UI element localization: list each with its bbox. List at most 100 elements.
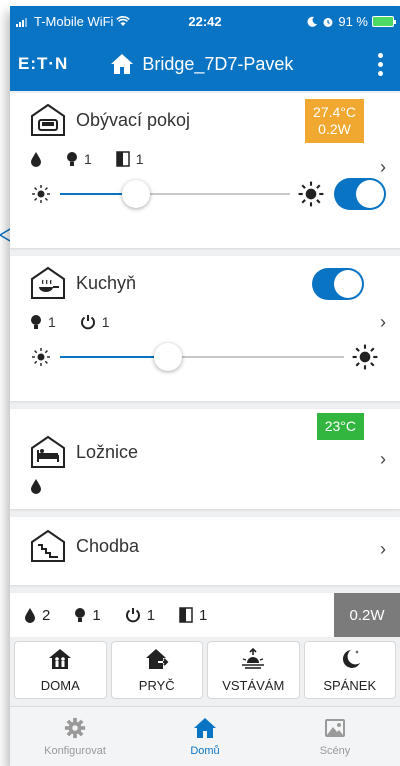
phone-screen: T-Mobile WiFi 22:42 91 % E:T·N Bridge_7D… [10, 6, 400, 766]
dimmer-slider[interactable] [60, 179, 290, 209]
power-icon [125, 608, 140, 623]
alarm-icon [323, 17, 333, 27]
room-card-loznice[interactable]: Ložnice 23°C › [10, 409, 400, 509]
door-icon [179, 607, 193, 623]
light-count: 1 [84, 151, 92, 167]
scene-spanek-button[interactable]: SPÁNEK [303, 641, 396, 699]
light-indicator: 1 [30, 314, 56, 330]
dimmer-slider[interactable] [60, 342, 344, 372]
tab-label: Scény [319, 744, 351, 757]
battery-icon [372, 16, 396, 27]
home-icon [194, 717, 216, 738]
brightness-low-icon [32, 348, 50, 366]
room-name: Chodba [76, 535, 140, 556]
room-card-obyvaci-pokoj[interactable]: Obývací pokoj 27.4°C 0.2W › 1 1 [10, 93, 400, 248]
scene-pryc-button[interactable]: PRYČ [110, 641, 203, 699]
power-icon [80, 315, 95, 330]
carrier-name: T-Mobile WiFi [34, 14, 114, 29]
light-indicator: 1 [66, 151, 92, 167]
power-indicator: 1 [80, 314, 110, 330]
kitchen-toggle[interactable] [312, 268, 364, 300]
status-bar: T-Mobile WiFi 22:42 91 % [10, 6, 400, 37]
slider-thumb[interactable] [154, 343, 182, 371]
dimmer-row [30, 178, 386, 210]
light-toggle[interactable] [334, 178, 386, 210]
summary-bar: 2 1 1 1 0.2W [10, 593, 400, 637]
hub-name: Bridge_7D7-Pavek [142, 53, 294, 74]
water-indicator [30, 151, 42, 167]
tab-label: Domů [190, 744, 220, 757]
app-header: E:T·N Bridge_7D7-Pavek [10, 37, 400, 91]
door-summary: 1 [179, 607, 207, 624]
water-count: 2 [42, 606, 51, 624]
brightness-low-icon [32, 185, 50, 203]
tab-konfigurovat[interactable]: Konfigurovat [10, 707, 140, 766]
eaton-logo: E:T·N [18, 54, 69, 73]
power-count: 1 [101, 314, 110, 330]
water-drop-icon [31, 479, 41, 494]
temperature-value: 23°C [324, 418, 356, 434]
kitchen-icon [31, 266, 65, 299]
scene-label: SPÁNEK [323, 677, 377, 693]
bottom-tab-bar: Konfigurovat Domů Scény [10, 706, 400, 766]
more-menu-icon[interactable] [368, 49, 392, 79]
door-count: 1 [199, 606, 208, 624]
room-card-chodba[interactable]: Chodba › [10, 517, 400, 585]
tab-domu[interactable]: Domů [140, 707, 270, 766]
living-room-icon [31, 103, 65, 136]
slider-thumb[interactable] [122, 180, 150, 208]
light-count: 1 [92, 606, 101, 624]
chevron-right-icon[interactable]: › [380, 449, 386, 470]
water-indicator [30, 479, 42, 494]
chevron-right-icon[interactable]: › [380, 312, 386, 333]
scene-vstavam-button[interactable]: VSTÁVÁM [207, 641, 300, 699]
light-summary: 1 [74, 606, 101, 624]
moon-icon [342, 649, 360, 668]
power-value: 0.2W [318, 120, 351, 137]
bulb-icon [67, 152, 77, 166]
bulb-icon [31, 315, 41, 329]
gear-icon [64, 717, 86, 738]
signal-icon [16, 17, 27, 27]
room-name: Ložnice [76, 441, 139, 462]
brightness-high-icon [352, 344, 378, 370]
battery-percent: 91 % [338, 14, 368, 29]
scene-label: PRYČ [138, 677, 175, 693]
home-icon [111, 54, 134, 74]
home-people-icon [49, 648, 72, 669]
light-count: 1 [48, 314, 56, 330]
chevron-right-icon[interactable]: › [380, 157, 386, 178]
temperature-badge: 23°C [316, 413, 364, 440]
bulb-icon [75, 608, 86, 622]
brightness-high-icon [298, 181, 324, 207]
power-count: 1 [146, 606, 156, 624]
image-icon [325, 718, 345, 737]
tab-sceny[interactable]: Scény [270, 707, 400, 766]
scene-label: DOMA [40, 677, 80, 693]
bedroom-icon [31, 435, 65, 468]
scene-label: VSTÁVÁM [222, 677, 285, 693]
tab-label: Konfigurovat [44, 744, 106, 757]
water-drop-icon [25, 607, 35, 623]
total-power-badge: 0.2W [334, 593, 400, 637]
water-summary: 2 [24, 607, 50, 624]
scene-buttons: DOMA PRYČ VSTÁVÁM SPÁNEK [10, 637, 400, 703]
home-leave-icon [145, 648, 169, 669]
scene-doma-button[interactable]: DOMA [14, 641, 107, 699]
room-name: Obývací pokoj [76, 109, 191, 130]
sunrise-icon [242, 647, 265, 669]
room-card-kuchyn[interactable]: Kuchyň › 1 1 [10, 256, 400, 401]
carrier-info: T-Mobile WiFi [16, 14, 131, 29]
room-name: Kuchyň [76, 272, 137, 293]
power-summary: 1 [125, 607, 155, 624]
door-indicator: 1 [116, 151, 144, 167]
door-icon [116, 151, 130, 167]
door-count: 1 [135, 151, 144, 167]
temperature-badge: 27.4°C 0.2W [305, 99, 364, 143]
moon-status-icon [307, 16, 318, 27]
room-list: Obývací pokoj 27.4°C 0.2W › 1 1 Kuchyň ›… [10, 91, 400, 585]
status-right: 91 % [306, 14, 396, 29]
hub-selector[interactable]: Bridge_7D7-Pavek [110, 53, 293, 75]
water-drop-icon [31, 151, 41, 167]
chevron-right-icon[interactable]: › [380, 539, 386, 560]
